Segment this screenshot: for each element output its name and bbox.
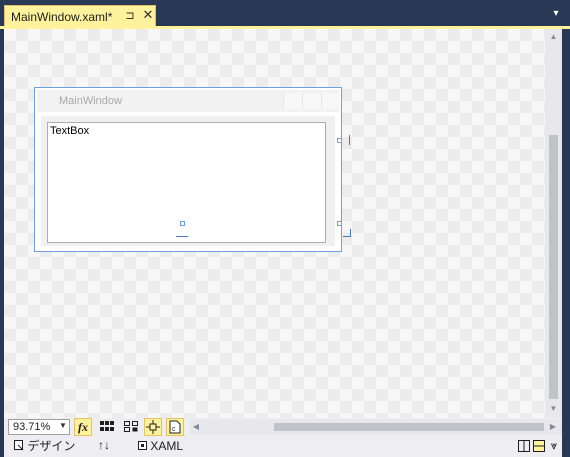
window-titlebar: MainWindow	[37, 90, 340, 112]
snap-guide-right	[349, 135, 350, 145]
grid-icon[interactable]	[98, 418, 116, 436]
window-right-edge	[562, 29, 570, 457]
swap-panes-button[interactable]: ↑↓	[98, 438, 110, 452]
window-maximize-button	[302, 93, 321, 109]
snap-to-gridlines-icon[interactable]	[122, 418, 140, 436]
vertical-scroll-thumb[interactable]	[549, 135, 558, 399]
scroll-left-arrow-icon[interactable]: ◀	[190, 419, 202, 435]
resize-handle-corner[interactable]	[337, 221, 342, 226]
zoom-value[interactable]: 93.71%	[13, 421, 50, 433]
svg-text:c: c	[172, 426, 176, 433]
snap-to-snaplines-icon[interactable]	[144, 418, 162, 436]
tab-design-label: デザイン	[27, 439, 76, 453]
zoom-combobox[interactable]: 93.71% ▼	[8, 419, 70, 435]
tab-xaml[interactable]: XAML	[138, 439, 183, 453]
view-tabs: デザイン ↑↓ XAML ⩔	[4, 437, 562, 457]
document-tab[interactable]: MainWindow.xaml* ⊐ ✕	[4, 5, 156, 27]
snap-guide-corner-v	[350, 229, 351, 237]
tab-design[interactable]: デザイン	[14, 437, 75, 455]
document-tab-title[interactable]: MainWindow.xaml*	[11, 10, 112, 24]
scroll-down-arrow-icon[interactable]: ▼	[545, 403, 562, 415]
scroll-right-arrow-icon[interactable]: ▶	[547, 419, 559, 435]
tab-overflow-dropdown-icon[interactable]: ▾	[549, 8, 563, 22]
tab-xaml-label: XAML	[150, 439, 184, 453]
document-tab-strip: MainWindow.xaml* ⊐ ✕ ▾	[0, 0, 570, 27]
designer-toolbar: 93.71% ▼ fx c ◀ ▶	[4, 418, 562, 437]
window-client-area: TextBox	[41, 116, 335, 246]
horizontal-scrollbar[interactable]: ◀ ▶	[190, 419, 562, 435]
zoom-dropdown-icon[interactable]: ▼	[59, 421, 67, 430]
window-close-button	[321, 93, 340, 109]
vertical-scrollbar[interactable]: ▲ ▼	[545, 29, 562, 418]
effects-toggle-button[interactable]: fx	[74, 418, 92, 436]
design-surface[interactable]: MainWindow TextBox	[4, 29, 545, 418]
main-window-preview[interactable]: MainWindow TextBox	[34, 87, 342, 252]
horizontal-split-icon[interactable]	[533, 440, 545, 452]
textbox-text: TextBox	[50, 125, 90, 137]
project-code-icon[interactable]: c	[166, 418, 184, 436]
window-minimize-button	[283, 93, 302, 109]
collapse-pane-icon[interactable]: ⩔	[548, 440, 560, 452]
horizontal-scroll-thumb[interactable]	[274, 423, 544, 431]
resize-handle-right[interactable]	[337, 138, 342, 143]
pin-icon[interactable]: ⊐	[123, 9, 137, 23]
scroll-up-arrow-icon[interactable]: ▲	[545, 31, 562, 43]
snap-guide-bottom	[176, 236, 188, 237]
resize-handle-bottom[interactable]	[180, 221, 185, 226]
window-title: MainWindow	[59, 95, 122, 107]
vertical-split-icon[interactable]	[518, 440, 530, 452]
textbox-control[interactable]: TextBox	[47, 122, 326, 243]
close-icon[interactable]: ✕	[141, 8, 155, 22]
